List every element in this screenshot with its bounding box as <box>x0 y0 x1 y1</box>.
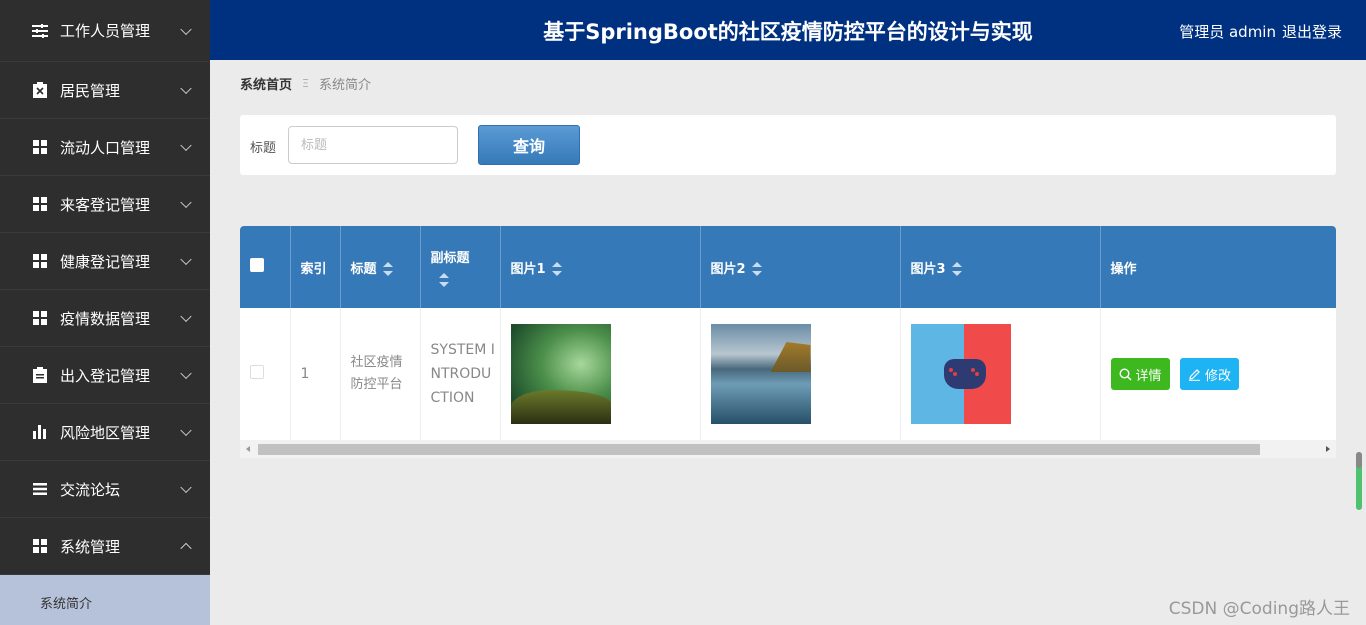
search-label: 标题 <box>250 141 277 156</box>
sidebar-item-label: 来客登记管理 <box>60 195 151 214</box>
detail-button[interactable]: 详情 <box>1110 358 1170 390</box>
sidebar-item-visitor-registration[interactable]: 来客登记管理 <box>0 176 210 233</box>
chevron-down-icon <box>180 367 192 380</box>
sidebar-item-label: 流动人口管理 <box>60 138 151 157</box>
chevron-down-icon <box>180 23 192 35</box>
sidebar-item-floating-population[interactable]: 流动人口管理 <box>0 119 210 176</box>
column-header-index: 索引 <box>290 226 341 308</box>
sidebar-item-health-registration[interactable]: 健康登记管理 <box>0 233 210 290</box>
sidebar-item-label: 出入登记管理 <box>60 366 151 385</box>
table-row: 1 社区疫情防控平台 SYSTEM INTRODUCTION 详情 修改 <box>240 308 1336 440</box>
search-panel: 标题 查询 <box>240 115 1336 175</box>
sidebar-item-system[interactable]: 系统管理 <box>0 518 210 575</box>
sidebar-item-residents[interactable]: 居民管理 <box>0 62 210 119</box>
row-actions: 详情 修改 <box>1100 308 1336 440</box>
sidebar-item-label: 系统管理 <box>60 537 121 556</box>
sort-icon[interactable] <box>551 262 562 276</box>
row-checkbox-cell <box>240 308 291 440</box>
chevron-down-icon <box>180 481 192 494</box>
select-all-checkbox[interactable] <box>250 258 264 272</box>
chevron-up-icon <box>180 542 192 555</box>
query-button[interactable]: 查询 <box>478 125 580 165</box>
chevron-down-icon <box>180 310 192 323</box>
pencil-icon <box>1188 368 1200 381</box>
row-index: 1 <box>290 308 341 440</box>
sliders-icon <box>32 23 48 39</box>
row-checkbox[interactable] <box>250 365 264 379</box>
sidebar-item-risk-area[interactable]: 风险地区管理 <box>0 404 210 461</box>
column-header-title[interactable]: 标题 <box>340 226 421 308</box>
sidebar-item-forum[interactable]: 交流论坛 <box>0 461 210 518</box>
chevron-down-icon <box>180 424 192 437</box>
sidebar-item-staff[interactable]: 工作人员管理 <box>0 0 210 62</box>
grid-icon <box>32 253 48 269</box>
row-subtitle: SYSTEM INTRODUCTION <box>420 308 501 440</box>
sort-icon[interactable] <box>438 272 449 287</box>
column-header-pic2[interactable]: 图片2 <box>700 226 901 308</box>
column-header-pic3[interactable]: 图片3 <box>900 226 1101 308</box>
column-header-pic1[interactable]: 图片1 <box>500 226 701 308</box>
grid-icon <box>32 139 48 155</box>
list-icon <box>32 481 48 497</box>
chevron-down-icon <box>180 196 192 209</box>
sidebar: 工作人员管理 居民管理 流动人口管理 来客登记管理 健康登记管理 疫情数据管理 … <box>0 0 210 625</box>
sidebar-subitem-system-intro[interactable]: 系统简介 <box>0 575 210 625</box>
data-table: 索引 标题 副标题 图片1 图片2 图片3 操作 1 社区疫情防控平台 SYST… <box>240 226 1336 458</box>
watermark: CSDN @Coding路人王 <box>1168 599 1350 619</box>
breadcrumb: 系统首页 Ξ 系统简介 <box>240 74 371 93</box>
scroll-right-icon[interactable] <box>1326 446 1330 452</box>
row-pic3-cell <box>900 308 1101 440</box>
picture-2-image[interactable] <box>710 324 811 424</box>
table-header-row: 索引 标题 副标题 图片1 图片2 图片3 操作 <box>240 226 1336 308</box>
column-header-actions: 操作 <box>1110 261 1137 277</box>
sidebar-item-label: 健康登记管理 <box>60 252 151 271</box>
horizontal-scrollbar[interactable] <box>240 440 1336 458</box>
vertical-scrollbar[interactable] <box>1356 452 1362 510</box>
sort-icon[interactable] <box>382 262 393 276</box>
sidebar-item-label: 居民管理 <box>60 81 121 100</box>
chevron-down-icon <box>180 253 192 266</box>
chevron-down-icon <box>180 139 192 152</box>
breadcrumb-home[interactable]: 系统首页 <box>240 74 292 93</box>
sidebar-item-entry-exit[interactable]: 出入登记管理 <box>0 347 210 404</box>
picture-1-image[interactable] <box>510 324 611 424</box>
scroll-left-icon[interactable] <box>246 446 250 452</box>
sort-icon[interactable] <box>751 262 762 276</box>
sidebar-item-label: 疫情数据管理 <box>60 309 151 328</box>
chevron-down-icon <box>180 82 192 95</box>
row-pic1-cell <box>500 308 701 440</box>
sidebar-item-label: 交流论坛 <box>60 480 121 499</box>
top-header: 基于SpringBoot的社区疫情防控平台的设计与实现 管理员 admin 退出… <box>210 0 1366 60</box>
scrollbar-thumb[interactable] <box>258 444 1260 455</box>
sidebar-item-epidemic-data[interactable]: 疫情数据管理 <box>0 290 210 347</box>
clipboard-icon <box>32 367 48 383</box>
column-header-subtitle[interactable]: 副标题 <box>420 226 501 308</box>
grid-icon <box>32 538 48 554</box>
clipboard-x-icon <box>32 82 48 98</box>
row-title: 社区疫情防控平台 <box>340 308 421 440</box>
select-all-cell <box>240 226 291 308</box>
logout-link[interactable]: 退出登录 <box>1282 21 1342 42</box>
search-icon <box>1118 367 1132 381</box>
gamepad-icon <box>943 359 986 389</box>
edit-button[interactable]: 修改 <box>1179 358 1239 390</box>
breadcrumb-separator: Ξ <box>302 77 309 90</box>
breadcrumb-current: 系统简介 <box>318 78 371 93</box>
title-search-input[interactable] <box>288 126 458 164</box>
bar-chart-icon <box>32 424 48 440</box>
user-label: 管理员 admin <box>1179 23 1276 41</box>
sidebar-item-label: 工作人员管理 <box>60 22 151 40</box>
sidebar-item-label: 风险地区管理 <box>60 423 151 442</box>
picture-3-image[interactable] <box>910 324 1011 424</box>
sort-icon[interactable] <box>951 262 962 276</box>
row-pic2-cell <box>700 308 901 440</box>
grid-icon <box>32 310 48 326</box>
grid-icon <box>32 196 48 212</box>
